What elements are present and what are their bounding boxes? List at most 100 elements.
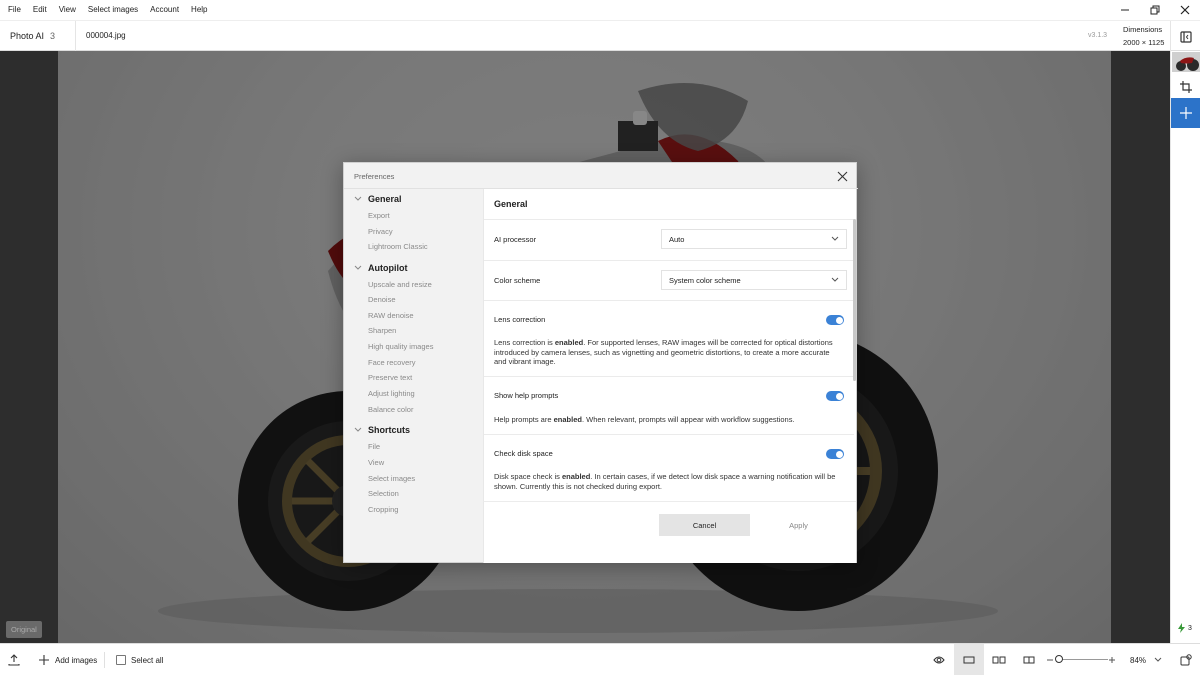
zoom-in-button[interactable] [1108, 644, 1116, 675]
split-view-button[interactable] [1014, 644, 1044, 675]
cancel-button[interactable]: Cancel [659, 514, 750, 536]
export-button[interactable] [8, 644, 20, 675]
chevron-down-icon [1154, 657, 1162, 662]
chevron-down-icon [831, 277, 839, 282]
export-icon [8, 654, 20, 666]
close-window-button[interactable] [1170, 0, 1200, 20]
sidebar-item-lightroom-classic[interactable]: Lightroom Classic [368, 242, 428, 251]
sidebar-item-upscale[interactable]: Upscale and resize [368, 280, 432, 289]
section-title: Autopilot [368, 263, 408, 273]
row-divider [484, 376, 854, 377]
menu-account[interactable]: Account [144, 0, 185, 20]
sidebar-item-shortcut-file[interactable]: File [368, 442, 380, 451]
eye-icon [933, 656, 945, 664]
color-scheme-select[interactable]: System color scheme [661, 270, 847, 290]
close-icon [1180, 5, 1190, 15]
preferences-content: General AI processor Auto Color scheme S… [483, 189, 856, 501]
menu-view[interactable]: View [53, 0, 82, 20]
plus-icon [1180, 107, 1192, 119]
menu-bar: File Edit View Select images Account Hel… [0, 0, 1200, 20]
sidebar-item-balance-color[interactable]: Balance color [368, 405, 413, 414]
close-icon [837, 171, 847, 181]
sidebar-item-shortcut-view[interactable]: View [368, 458, 384, 467]
sidebar-item-shortcut-selection[interactable]: Selection [368, 489, 399, 498]
content-scrollbar[interactable] [853, 219, 856, 381]
sidebar-item-raw-denoise[interactable]: RAW denoise [368, 311, 414, 320]
right-tool-strip: 3 [1170, 51, 1200, 643]
sidebar-item-export[interactable]: Export [368, 211, 390, 220]
ai-processor-select[interactable]: Auto [661, 229, 847, 249]
lens-correction-label: Lens correction [494, 315, 546, 324]
section-title: General [368, 194, 402, 204]
sidebar-section-general[interactable]: General [354, 194, 402, 204]
preview-toggle-button[interactable] [924, 644, 954, 675]
disk-space-toggle[interactable] [826, 449, 844, 459]
zoom-level-select[interactable]: 84% [1130, 644, 1162, 675]
dialog-close-button[interactable] [834, 168, 850, 184]
sidebar-item-privacy[interactable]: Privacy [368, 227, 393, 236]
preferences-sidebar: General Export Privacy Lightroom Classic… [344, 189, 483, 564]
color-scheme-value: System color scheme [669, 275, 741, 285]
select-all-checkbox[interactable]: Select all [116, 644, 163, 675]
header-bar: Photo AI 3 000004.jpg v3.1.3 Dimensions 2… [0, 20, 1200, 52]
sidebar-item-face-recovery[interactable]: Face recovery [368, 358, 416, 367]
sidebar-section-shortcuts[interactable]: Shortcuts [354, 425, 410, 435]
checkbox-box [116, 655, 126, 665]
menu-file[interactable]: File [2, 0, 27, 20]
dialog-title: Preferences [354, 172, 395, 181]
add-enhancement-button[interactable] [1171, 98, 1200, 128]
sidebar-item-high-quality-images[interactable]: High quality images [368, 342, 433, 351]
side-by-side-view-button[interactable] [984, 644, 1014, 675]
row-divider [484, 434, 854, 435]
sidebar-item-sharpen[interactable]: Sharpen [368, 326, 396, 335]
sidebar-item-preserve-text[interactable]: Preserve text [368, 373, 412, 382]
lens-correction-description: Lens correction is enabled. For supporte… [494, 338, 833, 366]
chevron-down-icon [354, 427, 364, 433]
add-images-button[interactable]: Add images [38, 644, 97, 675]
menu-edit[interactable]: Edit [27, 0, 53, 20]
row-divider [484, 219, 854, 220]
settings-button[interactable] [1180, 644, 1192, 675]
preferences-dialog: Preferences General Export Privacy Light… [343, 162, 858, 564]
bottom-bar: Add images Select all 84% [0, 643, 1200, 675]
dimensions-label: Dimensions [1123, 25, 1163, 34]
image-count: 3 [50, 31, 56, 41]
lens-correction-toggle[interactable] [826, 315, 844, 325]
sidebar-item-shortcut-cropping[interactable]: Cropping [368, 505, 398, 514]
split-view-icon [1023, 656, 1035, 664]
lightning-icon [1178, 623, 1185, 633]
restore-icon [1150, 5, 1160, 15]
credits-count: 3 [1188, 624, 1192, 632]
ai-processor-value: Auto [669, 234, 685, 244]
zoom-slider-handle[interactable] [1055, 655, 1063, 663]
sidebar-item-denoise[interactable]: Denoise [368, 295, 396, 304]
menu-help[interactable]: Help [185, 0, 213, 20]
image-thumbnail[interactable] [1172, 52, 1200, 72]
select-all-label: Select all [131, 655, 164, 665]
disk-space-description: Disk space check is enabled. In certain … [494, 472, 836, 491]
color-scheme-label: Color scheme [494, 276, 541, 285]
chevron-down-icon [354, 196, 364, 202]
chevron-down-icon [354, 265, 364, 271]
sidebar-item-adjust-lighting[interactable]: Adjust lighting [368, 389, 415, 398]
sidebar-panel-icon [1179, 30, 1192, 43]
help-prompts-description: Help prompts are enabled. When relevant,… [494, 415, 795, 424]
help-prompts-toggle[interactable] [826, 391, 844, 401]
panel-toggle-button[interactable] [1170, 21, 1200, 52]
minus-icon [1047, 659, 1053, 661]
sidebar-item-shortcut-select-images[interactable]: Select images [368, 474, 415, 483]
menu-select-images[interactable]: Select images [82, 0, 144, 20]
sidebar-section-autopilot[interactable]: Autopilot [354, 263, 408, 273]
bottom-divider [104, 652, 105, 668]
minimize-button[interactable] [1110, 0, 1140, 20]
zoom-slider-track[interactable] [1058, 659, 1108, 660]
single-view-button[interactable] [954, 644, 984, 675]
restore-button[interactable] [1140, 0, 1170, 20]
zoom-out-button[interactable] [1046, 644, 1054, 675]
motorcycle-thumbnail-icon [1172, 52, 1200, 72]
ai-processor-label: AI processor [494, 235, 537, 244]
apply-button[interactable]: Apply [753, 514, 844, 536]
original-badge[interactable]: Original [6, 621, 42, 638]
app-title: Photo AI 3 [10, 31, 55, 41]
disk-space-label: Check disk space [494, 449, 553, 458]
